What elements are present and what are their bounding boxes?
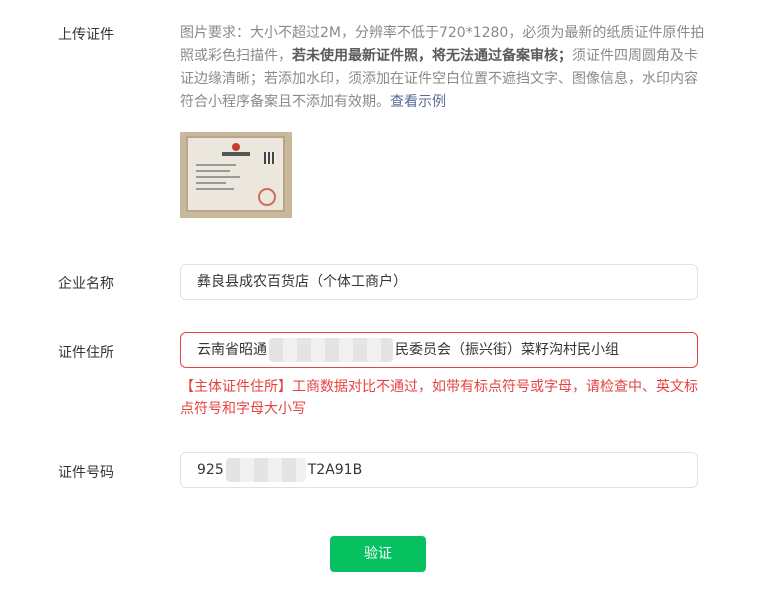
view-example-link[interactable]: 查看示例 — [390, 94, 446, 110]
uploaded-license-thumbnail[interactable] — [180, 132, 292, 218]
id-number-label: 证件号码 — [58, 465, 114, 481]
id-number-value-end: T2A91B — [307, 462, 363, 478]
address-value-end: 民委员会（振兴街）菜籽沟村民小组 — [395, 342, 619, 358]
address-error-message: 【主体证件住所】工商数据对比不通过，如带有标点符号或字母，请检查中、英文标点符号… — [180, 379, 698, 417]
license-paper — [186, 136, 285, 212]
address-value-start: 云南省昭通 — [197, 342, 267, 358]
license-title-mark — [222, 152, 250, 156]
requirements-bold-warning: 若未使用最新证件照，将无法通过备案审核； — [292, 48, 572, 64]
redacted-blur — [269, 338, 393, 362]
verify-button[interactable]: 验证 — [330, 536, 426, 572]
license-text-line — [196, 176, 240, 178]
qr-code-icon — [264, 152, 276, 164]
national-emblem-icon — [232, 143, 240, 151]
company-name-value: 彝良县成农百货店（个体工商户） — [197, 274, 407, 290]
license-text-line — [196, 182, 226, 184]
upload-label: 上传证件 — [58, 27, 114, 43]
address-field[interactable]: 云南省昭通 民委员会（振兴街）菜籽沟村民小组 — [180, 332, 698, 368]
license-text-line — [196, 188, 234, 190]
address-label: 证件住所 — [58, 345, 114, 361]
id-number-field[interactable]: 925 T2A91B — [180, 452, 698, 488]
upload-requirements: 图片要求：大小不超过2M，分辨率不低于720*1280，必须为最新的纸质证件原件… — [180, 22, 705, 114]
company-name-field[interactable]: 彝良县成农百货店（个体工商户） — [180, 264, 698, 300]
official-stamp-icon — [258, 188, 276, 206]
redacted-blur — [225, 458, 306, 482]
license-text-line — [196, 170, 230, 172]
id-number-value-start: 925 — [197, 462, 224, 478]
license-text-line — [196, 164, 236, 166]
company-name-label: 企业名称 — [58, 276, 114, 292]
